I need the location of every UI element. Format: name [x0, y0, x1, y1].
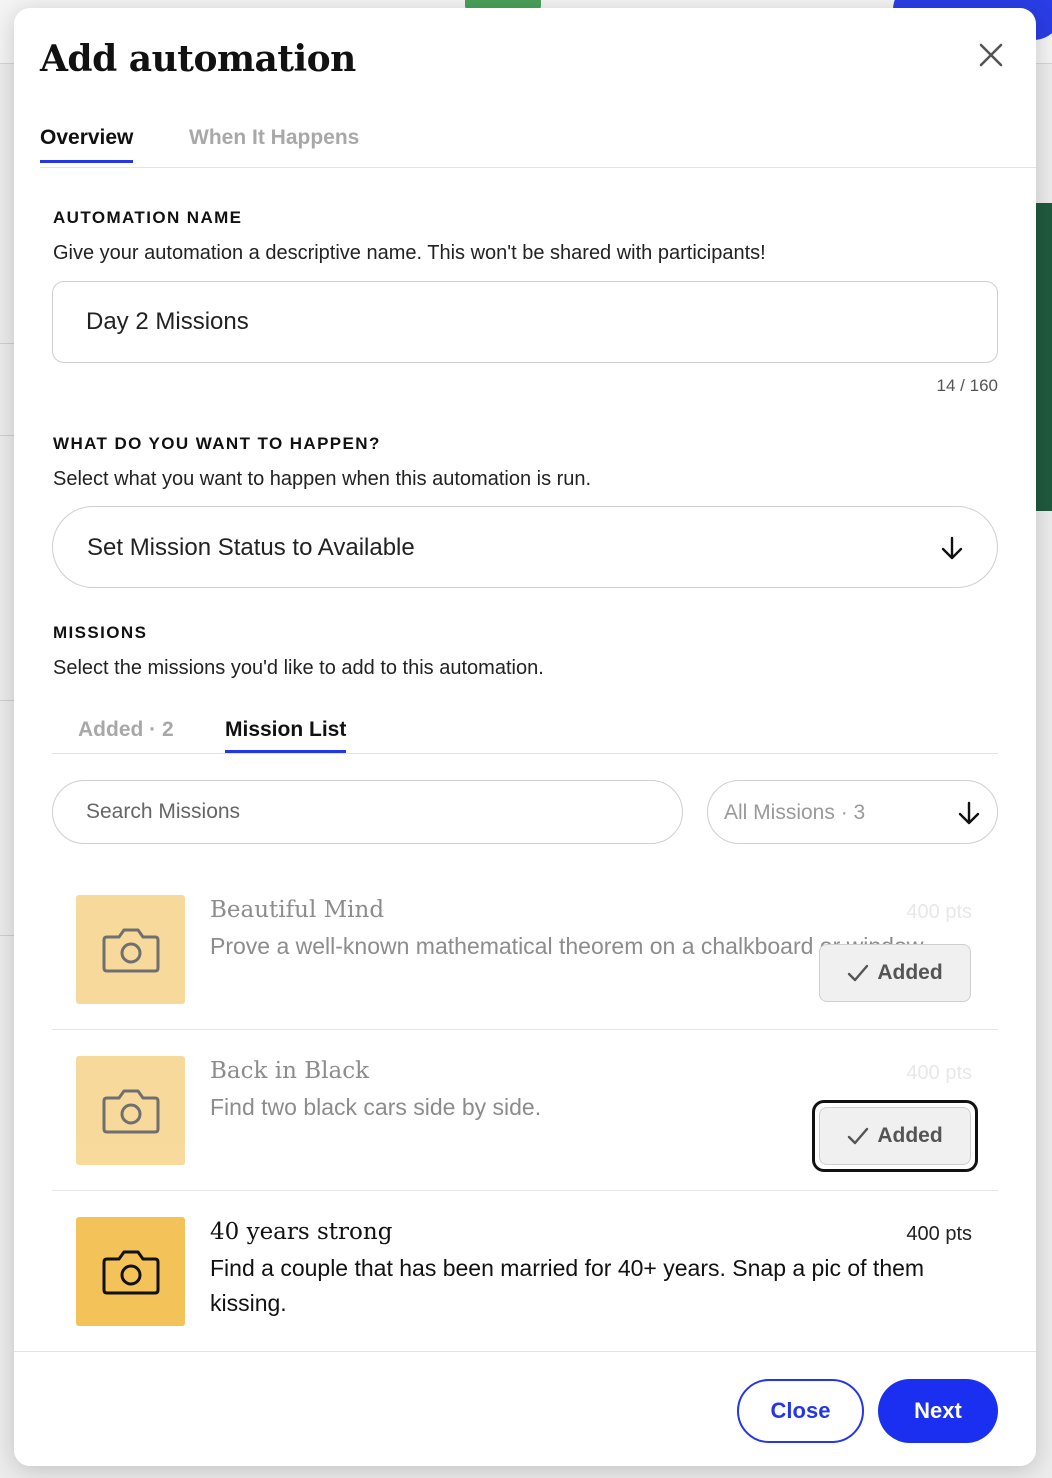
tab-mission-list[interactable]: Mission List: [225, 718, 347, 753]
mission-title: 40 years strong: [210, 1219, 393, 1245]
camera-icon: [102, 1250, 159, 1294]
mission-title: Back in Black: [210, 1058, 370, 1084]
missions-filter-select[interactable]: All Missions · 3: [707, 780, 998, 844]
background-green-panel: [1036, 203, 1052, 511]
mission-item: Back in Black Find two black cars side b…: [52, 1030, 998, 1191]
arrow-down-icon: [939, 535, 965, 561]
background-divider: [0, 343, 14, 344]
added-button[interactable]: Added: [819, 944, 971, 1002]
automation-name-label: AUTOMATION NAME: [53, 208, 243, 227]
close-button[interactable]: Close: [737, 1379, 864, 1443]
filter-selected-value: All Missions · 3: [724, 801, 866, 824]
camera-icon: [102, 928, 159, 972]
close-icon[interactable]: [976, 40, 1006, 70]
mission-thumbnail: [76, 1217, 185, 1326]
modal-title: Add automation: [40, 38, 356, 80]
background-divider: [0, 700, 14, 701]
background-divider: [0, 935, 14, 936]
mission-title: Beautiful Mind: [210, 897, 385, 923]
added-button-label: Added: [877, 1124, 943, 1147]
modal-tabs: Overview When It Happens: [40, 126, 1036, 168]
mission-item: Beautiful Mind Prove a well-known mathem…: [52, 869, 998, 1030]
missions-tabs: Added · 2 Mission List: [52, 716, 998, 754]
tab-added[interactable]: Added · 2: [78, 718, 174, 750]
check-icon: [848, 1127, 869, 1145]
automation-name-help: Give your automation a descriptive name.…: [53, 242, 766, 264]
add-automation-modal: Add automation Overview When It Happens …: [14, 8, 1036, 1466]
added-button[interactable]: Added: [819, 1107, 971, 1165]
tab-overview[interactable]: Overview: [40, 126, 134, 163]
added-button-label: Added: [877, 961, 943, 984]
mission-description: Find a couple that has been married for …: [210, 1255, 925, 1316]
mission-points: 400 pts: [906, 901, 972, 923]
automation-name-input[interactable]: [52, 281, 998, 363]
background-divider: [0, 435, 14, 436]
character-counter: 14 / 160: [936, 376, 998, 395]
mission-item[interactable]: 40 years strong Find a couple that has b…: [52, 1191, 998, 1352]
arrow-down-icon: [956, 800, 982, 826]
mission-thumbnail: [76, 1056, 185, 1165]
camera-icon: [102, 1089, 159, 1133]
search-missions-input[interactable]: [52, 780, 683, 844]
action-select[interactable]: Set Mission Status to Available: [52, 506, 998, 588]
mission-thumbnail: [76, 895, 185, 1004]
next-button[interactable]: Next: [878, 1379, 998, 1443]
action-selected-value: Set Mission Status to Available: [87, 534, 415, 561]
modal-footer: Close Next: [14, 1351, 1036, 1466]
action-help: Select what you want to happen when this…: [53, 468, 592, 490]
action-label: WHAT DO YOU WANT TO HAPPEN?: [53, 434, 381, 453]
mission-points: 400 pts: [906, 1062, 972, 1084]
tab-when-it-happens[interactable]: When It Happens: [189, 126, 359, 160]
check-icon: [848, 964, 869, 982]
missions-help: Select the missions you'd like to add to…: [53, 657, 544, 679]
missions-label: MISSIONS: [53, 623, 148, 642]
mission-points: 400 pts: [906, 1223, 972, 1245]
